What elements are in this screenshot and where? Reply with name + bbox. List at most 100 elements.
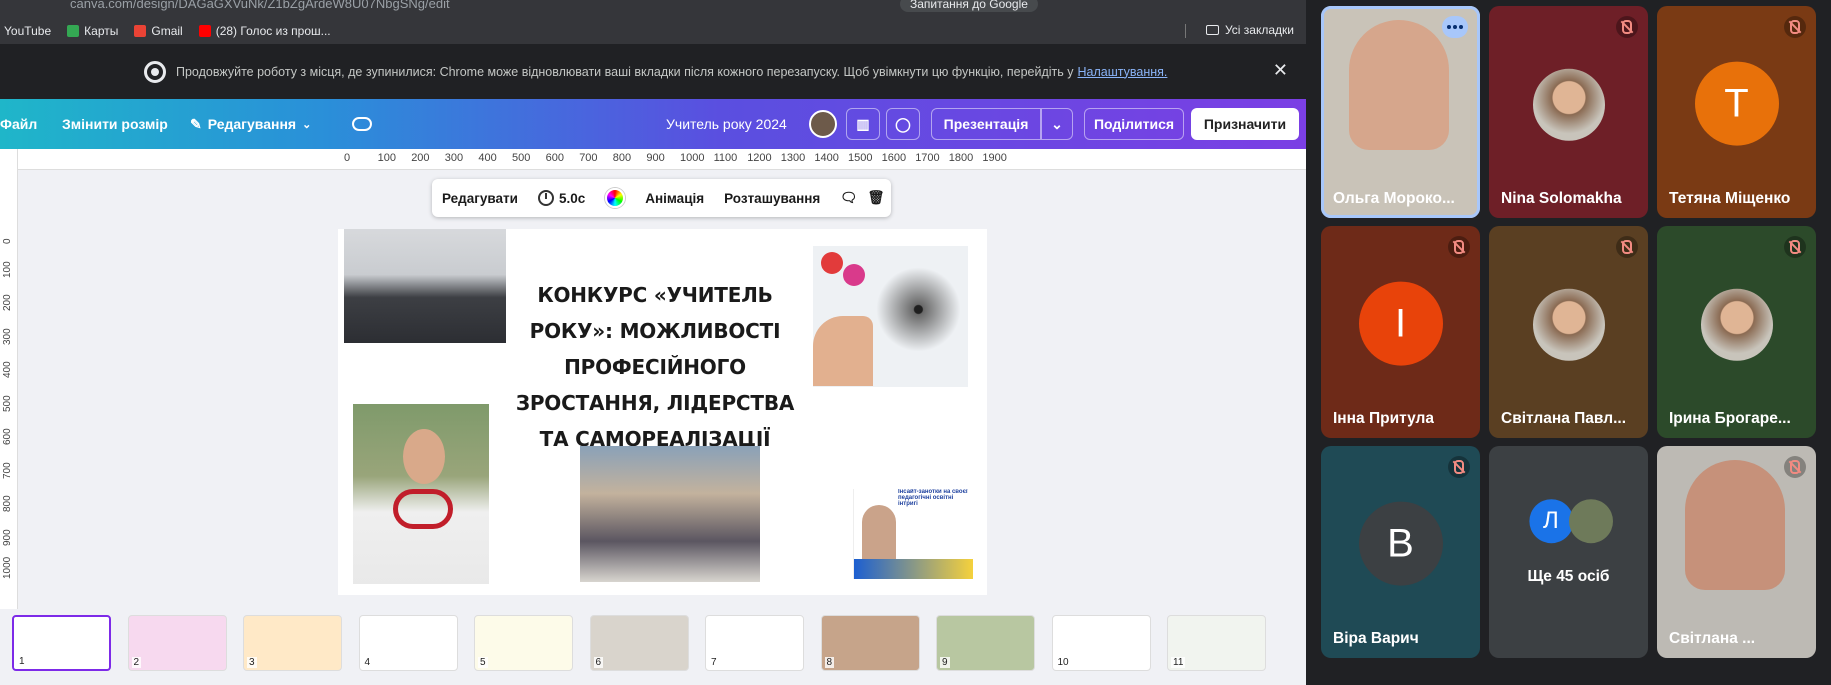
present-button[interactable]: Презентація bbox=[931, 108, 1041, 140]
slide-thumbnail[interactable]: 7 bbox=[705, 615, 804, 671]
participant-name: Віра Варич bbox=[1333, 630, 1419, 647]
cloud-saved-icon[interactable] bbox=[352, 99, 372, 149]
bookmark-youtube-video[interactable]: (28) Голос из прош... bbox=[198, 24, 331, 38]
avatar: Т bbox=[1694, 61, 1779, 146]
browser-window: canva.com/design/DAGaGXVuNk/Z1bZgArdeW8U… bbox=[0, 0, 1306, 685]
participant-tile[interactable]: Л Ще 45 осіб bbox=[1489, 446, 1648, 658]
editing-menu[interactable]: ✎ Редагування ⌄ bbox=[190, 99, 311, 149]
thumbnail-number: 11 bbox=[1171, 657, 1186, 668]
comment-icon[interactable]: ◯ bbox=[886, 108, 920, 140]
slide-thumbnail[interactable]: 3 bbox=[243, 615, 342, 671]
participant-tile[interactable]: Світлана ... bbox=[1657, 446, 1816, 658]
ruler-tick: 1400 bbox=[814, 152, 839, 164]
slide-thumbnails: 1 2 3 4 5 6 7 8 9 10 11 bbox=[0, 609, 1306, 685]
bookmark-youtube[interactable]: YouTube bbox=[4, 24, 51, 38]
mic-off-icon bbox=[1616, 236, 1638, 258]
slide-thumbnail[interactable]: 8 bbox=[820, 615, 920, 671]
more-participants-label: Ще 45 осіб bbox=[1527, 568, 1610, 585]
ruler-tick: 1600 bbox=[881, 152, 907, 164]
participant-tile[interactable]: Nina Solomakha bbox=[1489, 6, 1648, 218]
position-button[interactable]: Розташування bbox=[714, 191, 830, 206]
participant-tile[interactable]: Т Тетяна Міщенко bbox=[1657, 6, 1816, 218]
ruler-tick: 400 bbox=[478, 152, 497, 164]
url-text[interactable]: canva.com/design/DAGaGXVuNk/Z1bZgArdeW8U… bbox=[70, 0, 450, 11]
slide-canvas[interactable]: КОНКУРС «УЧИТЕЛЬ РОКУ»: МОЖЛИВОСТІ ПРОФЕ… bbox=[338, 229, 987, 595]
duration-button[interactable]: 5.0с bbox=[528, 190, 595, 206]
slide-thumbnail[interactable]: 10 bbox=[1051, 615, 1151, 671]
thumbnail-number: 7 bbox=[709, 657, 719, 668]
dandelion-image[interactable] bbox=[813, 246, 968, 387]
portrait-photo[interactable] bbox=[353, 404, 489, 584]
avatar bbox=[1532, 288, 1605, 361]
participant-tile[interactable]: Ірина Брогаре... bbox=[1657, 226, 1816, 438]
ruler-tick: 600 bbox=[545, 152, 564, 164]
animation-button[interactable]: Анімація bbox=[635, 191, 714, 206]
participant-tile[interactable]: Ольга Мороко... bbox=[1321, 6, 1480, 218]
infographic-image[interactable]: Інсайт-занотки на своєї педагогічні осві… bbox=[853, 489, 973, 579]
thumbnail-number: 2 bbox=[131, 657, 142, 668]
ruler-tick: 700 bbox=[579, 152, 598, 164]
avatar bbox=[1568, 499, 1613, 544]
slide-thumbnail[interactable]: 9 bbox=[936, 615, 1035, 671]
edit-button[interactable]: Редагувати bbox=[432, 191, 528, 206]
participant-video bbox=[1349, 20, 1449, 150]
thumbnail-number: 10 bbox=[1055, 657, 1071, 668]
ruler-tick: 900 bbox=[646, 152, 665, 164]
insights-icon[interactable]: ▥ bbox=[846, 108, 880, 140]
share-button[interactable]: Поділитися bbox=[1084, 108, 1184, 140]
participant-tile[interactable]: В Віра Варич bbox=[1321, 446, 1480, 658]
slide-thumbnail[interactable]: 2 bbox=[127, 615, 227, 671]
participant-tile[interactable]: І Інна Притула bbox=[1321, 226, 1480, 438]
thumbnail-number: 9 bbox=[940, 657, 950, 668]
mic-off-icon bbox=[1616, 16, 1638, 38]
google-search-chip[interactable]: Запитання до Google bbox=[900, 0, 1038, 12]
slide-thumbnail[interactable]: 11 bbox=[1167, 615, 1266, 671]
group-photo-2[interactable] bbox=[580, 446, 760, 582]
chevron-down-icon[interactable]: ⌄ bbox=[1041, 108, 1073, 140]
notice-text: Продовжуйте роботу з місця, де зупинилис… bbox=[176, 64, 1074, 79]
thumbnail-number: 5 bbox=[478, 657, 488, 668]
chrome-icon bbox=[144, 60, 166, 83]
add-comment-icon[interactable]: 🗨 bbox=[830, 190, 867, 206]
ruler-tick: 1000 bbox=[680, 152, 705, 164]
all-bookmarks[interactable]: Усі закладки bbox=[1205, 23, 1294, 37]
ruler-tick: 1200 bbox=[747, 152, 772, 164]
ruler-tick: 100 bbox=[2, 260, 13, 278]
trash-icon[interactable]: 🗑 bbox=[867, 190, 894, 206]
ruler-tick: 0 bbox=[344, 152, 351, 164]
ruler-tick: 0 bbox=[2, 238, 13, 244]
slide-thumbnail[interactable]: 4 bbox=[358, 615, 458, 671]
maps-icon bbox=[67, 25, 80, 37]
ruler-tick: 800 bbox=[2, 495, 13, 512]
ruler-tick: 300 bbox=[444, 152, 464, 164]
mic-off-icon bbox=[1784, 456, 1806, 478]
thumbnail-number: 6 bbox=[593, 657, 604, 668]
ruler-tick: 500 bbox=[512, 152, 531, 164]
participant-tile[interactable]: Світлана Павл... bbox=[1489, 226, 1648, 438]
document-title[interactable]: Учитель року 2024 bbox=[666, 99, 787, 149]
participant-name: Світлана ... bbox=[1669, 630, 1756, 647]
address-bar[interactable]: canva.com/design/DAGaGXVuNk/Z1bZgArdeW8U… bbox=[0, 0, 1306, 18]
ruler-tick: 1700 bbox=[915, 152, 940, 164]
bookmark-maps[interactable]: Карты bbox=[67, 24, 118, 38]
ruler-tick: 1800 bbox=[948, 152, 974, 164]
chevron-down-icon: ⌄ bbox=[302, 118, 312, 131]
divider bbox=[1185, 24, 1186, 38]
folder-icon bbox=[1205, 25, 1219, 35]
user-avatar[interactable] bbox=[809, 99, 837, 149]
slide-thumbnail[interactable]: 5 bbox=[474, 615, 573, 671]
bookmark-gmail[interactable]: Gmail bbox=[134, 24, 183, 38]
restore-notice: Продовжуйте роботу з місця, де зупинилис… bbox=[0, 44, 1306, 99]
ruler-tick: 300 bbox=[2, 327, 13, 345]
close-icon[interactable]: ✕ bbox=[1273, 60, 1288, 81]
settings-link[interactable]: Налаштування. bbox=[1078, 65, 1168, 79]
slide-thumbnail[interactable]: 6 bbox=[589, 615, 689, 671]
resize-button[interactable]: Змінити розмір bbox=[62, 99, 168, 149]
group-photo-1[interactable] bbox=[344, 229, 506, 343]
slide-thumbnail[interactable]: 1 bbox=[12, 615, 111, 671]
file-menu[interactable]: Файл bbox=[0, 99, 37, 149]
assign-button[interactable]: Призначити bbox=[1191, 108, 1299, 140]
bookmarks-bar: YouTube Карты Gmail (28) Голос из прош..… bbox=[0, 18, 1306, 44]
more-options-icon[interactable] bbox=[1442, 16, 1468, 38]
color-picker[interactable] bbox=[595, 188, 635, 208]
